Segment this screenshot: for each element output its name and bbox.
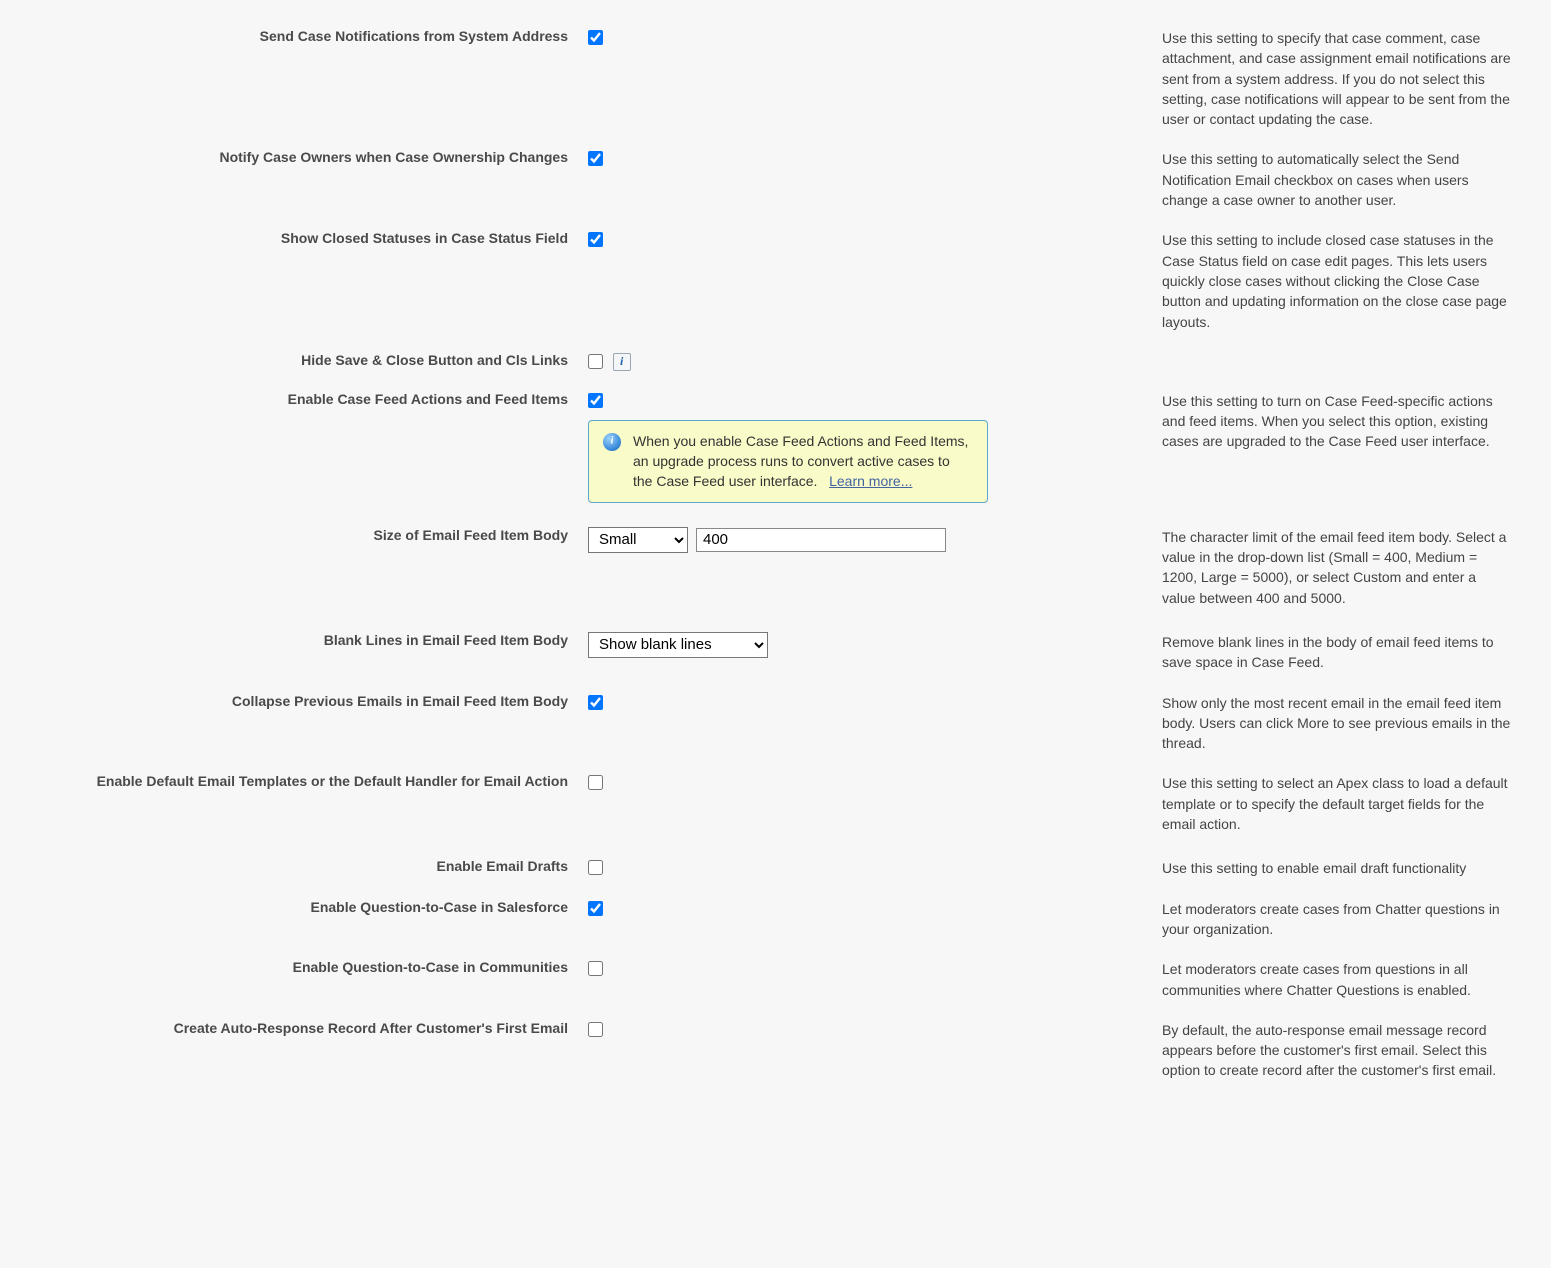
help-notify-owner-change: Use this setting to automatically select…: [1158, 141, 1533, 218]
help-default-templates: Use this setting to select an Apex class…: [1158, 765, 1533, 842]
label-blank-lines: Blank Lines in Email Feed Item Body: [18, 624, 588, 681]
checkbox-enable-case-feed[interactable]: [588, 393, 603, 408]
label-show-closed: Show Closed Statuses in Case Status Fiel…: [18, 222, 588, 339]
callout-message: When you enable Case Feed Actions and Fe…: [633, 433, 968, 490]
checkbox-hide-save-close[interactable]: [588, 354, 603, 369]
help-enable-drafts: Use this setting to enable email draft f…: [1158, 850, 1533, 886]
help-send-from-system: Use this setting to specify that case co…: [1158, 20, 1533, 137]
case-feed-callout: When you enable Case Feed Actions and Fe…: [588, 420, 988, 503]
help-auto-response: By default, the auto-response email mess…: [1158, 1012, 1533, 1089]
label-q2c-salesforce: Enable Question-to-Case in Salesforce: [18, 891, 588, 948]
help-q2c-salesforce: Let moderators create cases from Chatter…: [1158, 891, 1533, 948]
label-send-from-system: Send Case Notifications from System Addr…: [18, 20, 588, 137]
label-auto-response: Create Auto-Response Record After Custom…: [18, 1012, 588, 1089]
select-blank-lines[interactable]: Show blank lines Remove blank lines: [588, 632, 768, 658]
help-email-size: The character limit of the email feed it…: [1158, 519, 1533, 616]
checkbox-notify-owner-change[interactable]: [588, 151, 603, 166]
label-hide-save-close: Hide Save & Close Button and Cls Links: [18, 344, 588, 379]
help-q2c-communities: Let moderators create cases from questio…: [1158, 951, 1533, 1008]
label-collapse-prev: Collapse Previous Emails in Email Feed I…: [18, 685, 588, 762]
case-settings-table: Send Case Notifications from System Addr…: [18, 20, 1533, 1089]
checkbox-collapse-prev[interactable]: [588, 695, 603, 710]
checkbox-send-from-system[interactable]: [588, 30, 603, 45]
help-enable-case-feed: Use this setting to turn on Case Feed-sp…: [1158, 383, 1533, 511]
callout-info-icon: [603, 433, 621, 451]
label-enable-drafts: Enable Email Drafts: [18, 850, 588, 886]
label-enable-case-feed: Enable Case Feed Actions and Feed Items: [18, 383, 588, 511]
checkbox-default-templates[interactable]: [588, 775, 603, 790]
checkbox-auto-response[interactable]: [588, 1022, 603, 1037]
label-q2c-communities: Enable Question-to-Case in Communities: [18, 951, 588, 1008]
label-email-size: Size of Email Feed Item Body: [18, 519, 588, 616]
info-icon[interactable]: [613, 353, 631, 371]
help-blank-lines: Remove blank lines in the body of email …: [1158, 624, 1533, 681]
input-email-size-value[interactable]: [696, 528, 946, 552]
select-email-size[interactable]: Small Medium Large Custom: [588, 527, 688, 553]
checkbox-q2c-salesforce[interactable]: [588, 901, 603, 916]
checkbox-enable-drafts[interactable]: [588, 860, 603, 875]
help-show-closed: Use this setting to include closed case …: [1158, 222, 1533, 339]
help-hide-save-close: [1158, 344, 1533, 379]
help-collapse-prev: Show only the most recent email in the e…: [1158, 685, 1533, 762]
label-notify-owner-change: Notify Case Owners when Case Ownership C…: [18, 141, 588, 218]
callout-text: When you enable Case Feed Actions and Fe…: [633, 431, 973, 492]
checkbox-q2c-communities[interactable]: [588, 961, 603, 976]
label-default-templates: Enable Default Email Templates or the De…: [18, 765, 588, 842]
checkbox-show-closed[interactable]: [588, 232, 603, 247]
learn-more-link[interactable]: Learn more...: [829, 473, 912, 489]
